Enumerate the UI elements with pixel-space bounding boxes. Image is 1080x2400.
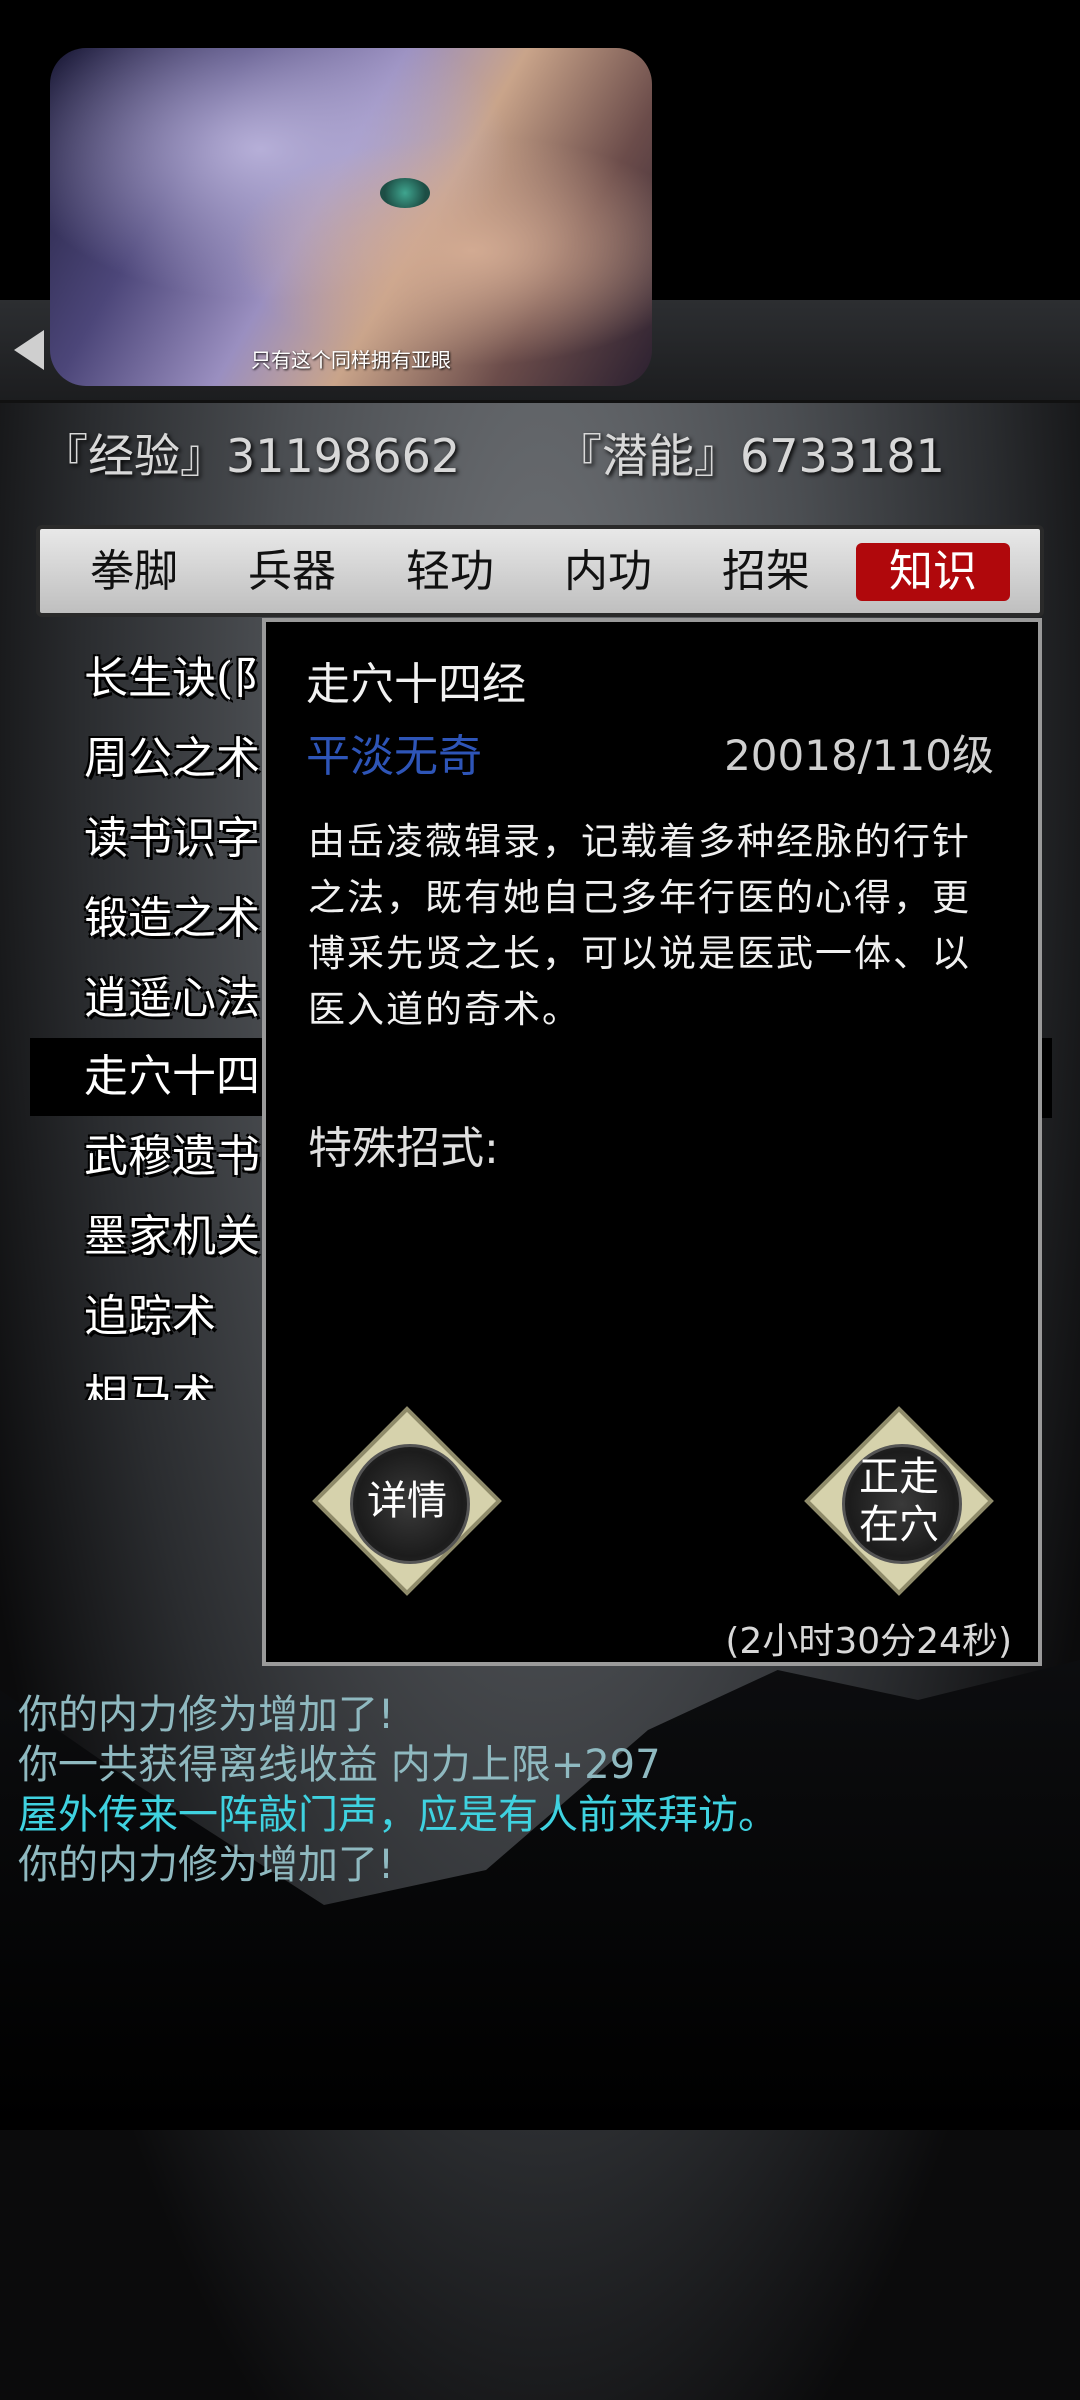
video-overlay[interactable]: 只有这个同样拥有亚眼 [50, 48, 652, 386]
video-frame-image [50, 48, 652, 386]
list-item[interactable]: 相马术 [30, 1358, 300, 1400]
list-item[interactable]: 周公之术 [30, 720, 300, 798]
list-item-selected[interactable]: 走穴十四 [30, 1038, 300, 1116]
skill-level: 20018/110级 [724, 731, 994, 780]
practice-label-line1: 正走 [859, 1454, 939, 1500]
tab-lightness[interactable]: 轻功 [380, 543, 520, 601]
video-eye-detail [380, 178, 430, 208]
tab-weapon[interactable]: 兵器 [222, 543, 362, 601]
skill-category-tabs: 拳脚 兵器 轻功 内功 招架 知识 [36, 525, 1044, 617]
skill-title: 走穴十四经 [306, 659, 526, 710]
tab-fist[interactable]: 拳脚 [64, 543, 204, 601]
list-item[interactable]: 墨家机关 [30, 1198, 300, 1276]
skill-detail-popup: 走穴十四经 平淡无奇 20018/110级 由岳凌薇辑录，记载着多种经脉的行针之… [262, 618, 1042, 1666]
stats-row: 『经验』31198662 『潜能』6733181 [0, 420, 1080, 490]
exp-stat: 『经验』31198662 [42, 429, 461, 483]
special-moves-label: 特殊招式: [308, 1123, 499, 1174]
detail-button[interactable]: 详情 [312, 1406, 502, 1596]
detail-button-label: 详情 [367, 1478, 447, 1524]
back-arrow-icon[interactable] [14, 330, 44, 370]
practice-label-line2: 在穴 [859, 1502, 939, 1548]
list-item[interactable]: 长生诀(阝 [30, 640, 300, 718]
list-item[interactable]: 追踪术 [30, 1278, 300, 1356]
skill-description: 由岳凌薇辑录，记载着多种经脉的行针之法，既有她自己多年行医的心得，更博采先贤之长… [308, 820, 971, 1031]
list-item[interactable]: 逍遥心法 [30, 960, 300, 1038]
message-log: 你的内力修为增加了! 你一共获得离线收益 内力上限+297 屋外传来一阵敲门声，… [18, 1690, 1058, 1890]
list-item[interactable]: 读书识字 [30, 800, 300, 878]
list-item[interactable]: 锻造之术 [30, 880, 300, 958]
log-line: 你一共获得离线收益 内力上限+297 [18, 1742, 661, 1788]
tab-knowledge[interactable]: 知识 [856, 543, 1010, 601]
potential-stat: 『潜能』6733181 [556, 429, 945, 483]
log-line-highlight: 屋外传来一阵敲门声，应是有人前来拜访。 [18, 1792, 778, 1838]
log-line: 你的内力修为增加了! [18, 1842, 395, 1888]
practice-timer: (2小时30分24秒) [725, 1621, 1012, 1662]
skill-quality: 平淡无奇 [306, 731, 482, 782]
tab-parry[interactable]: 招架 [696, 543, 836, 601]
log-line: 你的内力修为增加了! [18, 1692, 395, 1738]
practice-button-label: 正走 在穴 [842, 1444, 956, 1558]
video-subtitle: 只有这个同样拥有亚眼 [251, 348, 451, 372]
skill-list: 长生诀(阝 周公之术 读书识字 锻造之术 逍遥心法 走穴十四 武穆遗书 墨家机关… [30, 640, 300, 1400]
list-item[interactable]: 武穆遗书 [30, 1118, 300, 1196]
practice-button[interactable]: 正走 在穴 [804, 1406, 994, 1596]
tab-inner-power[interactable]: 内功 [538, 543, 678, 601]
